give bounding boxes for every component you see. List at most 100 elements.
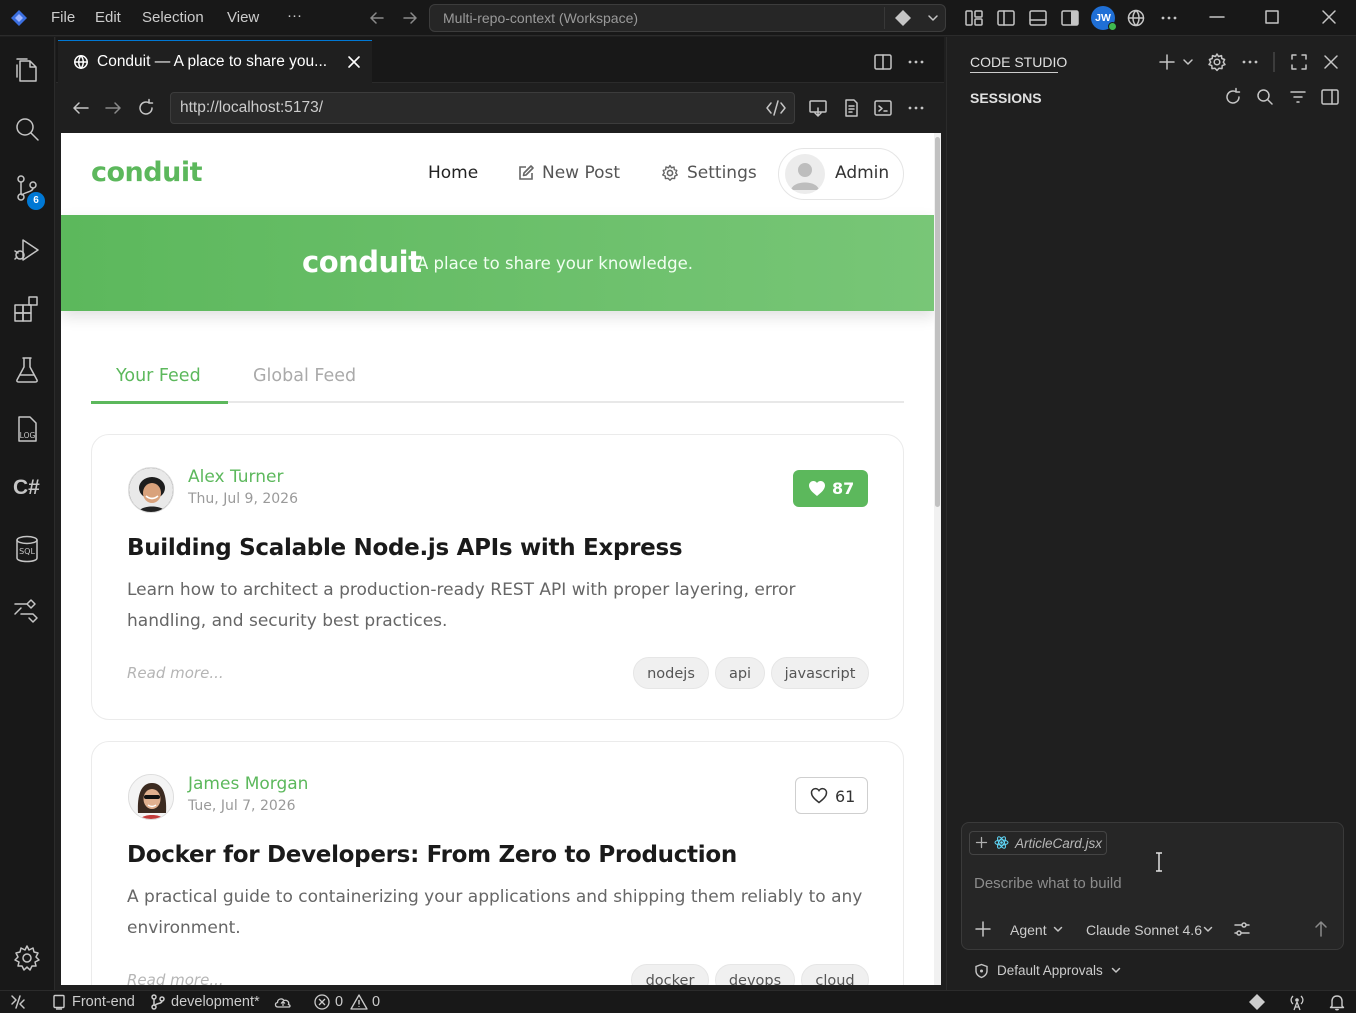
split-editor-icon[interactable]: [873, 52, 893, 72]
author-avatar[interactable]: [128, 467, 174, 513]
site-brand-link[interactable]: conduit: [91, 157, 203, 188]
command-center[interactable]: Multi-repo-context (Workspace): [429, 4, 946, 32]
code-studio-title[interactable]: CODE STUDIO: [970, 54, 1067, 70]
refresh-icon[interactable]: [1223, 87, 1243, 107]
forward-arrow-icon[interactable]: [401, 9, 419, 27]
browser-reload-icon[interactable]: [136, 98, 156, 118]
testing-flask-icon[interactable]: [11, 354, 43, 386]
toggle-panel-icon[interactable]: [1028, 8, 1048, 28]
filter-icon[interactable]: [1288, 87, 1308, 107]
tag-pill[interactable]: devops: [715, 964, 795, 985]
article-title[interactable]: Docker for Developers: From Zero to Prod…: [127, 842, 737, 868]
tag-pill[interactable]: cloud: [801, 964, 869, 985]
copilot-diamond-icon[interactable]: [893, 8, 913, 28]
approvals-chevron-icon[interactable]: [1110, 964, 1122, 976]
add-context-plus-icon[interactable]: [975, 836, 988, 849]
minimize-icon[interactable]: [1208, 8, 1226, 26]
text-cursor-icon: [1156, 852, 1162, 872]
chat-input-placeholder[interactable]: Describe what to build: [974, 875, 1122, 892]
page-source-icon[interactable]: [841, 98, 861, 118]
article-title[interactable]: Building Scalable Node.js APIs with Expr…: [127, 535, 683, 561]
menu-view[interactable]: View: [227, 9, 259, 26]
tag-pill[interactable]: javascript: [771, 657, 869, 689]
new-session-plus-icon[interactable]: [1157, 52, 1177, 72]
status-folder[interactable]: Front-end: [72, 994, 135, 1010]
toggle-secondary-sidebar-icon[interactable]: [1060, 8, 1080, 28]
menu-file[interactable]: File: [51, 9, 75, 26]
browser-back-icon[interactable]: [71, 98, 91, 118]
page-scrollbar-thumb[interactable]: [935, 137, 940, 507]
new-session-chevron-icon[interactable]: [1181, 55, 1195, 69]
tag-pill[interactable]: nodejs: [633, 657, 709, 689]
manage-gear-icon[interactable]: [11, 942, 43, 974]
menu-selection[interactable]: Selection: [142, 9, 204, 26]
log-file-icon[interactable]: LOG: [11, 413, 43, 445]
errors-icon[interactable]: [313, 993, 331, 1011]
nav-settings[interactable]: Settings: [687, 163, 757, 183]
sql-database-icon[interactable]: SQL: [11, 533, 43, 565]
browser-forward-icon[interactable]: [103, 98, 123, 118]
run-and-debug-icon[interactable]: [11, 234, 43, 266]
status-warnings-count[interactable]: 0: [372, 994, 380, 1010]
explorer-icon[interactable]: [11, 53, 43, 85]
cast-screen-icon[interactable]: [808, 98, 828, 118]
url-text: http://localhost:5173/: [180, 99, 324, 116]
author-avatar[interactable]: [128, 774, 174, 820]
nav-new-post[interactable]: New Post: [542, 163, 620, 183]
extensions-icon[interactable]: [11, 293, 43, 325]
sessions-header[interactable]: SESSIONS: [970, 90, 1042, 106]
customize-layout-icon[interactable]: [964, 8, 984, 28]
remote-flow-icon[interactable]: [11, 594, 43, 626]
close-window-icon[interactable]: [1320, 8, 1338, 26]
globe-icon[interactable]: [1126, 8, 1146, 28]
maximize-panel-icon[interactable]: [1289, 52, 1309, 72]
tools-sliders-icon[interactable]: [1233, 920, 1251, 938]
menu-more[interactable]: ···: [287, 7, 302, 24]
more-actions-icon[interactable]: [1159, 8, 1179, 28]
editor-more-icon[interactable]: [906, 52, 926, 72]
browser-more-icon[interactable]: [906, 98, 926, 118]
chevron-down-icon[interactable]: [926, 11, 940, 25]
close-panel-icon[interactable]: [1321, 52, 1341, 72]
sync-cloud-icon[interactable]: [273, 993, 293, 1011]
toggle-primary-sidebar-icon[interactable]: [996, 8, 1016, 28]
browser-terminal-icon[interactable]: [873, 98, 893, 118]
read-more-link[interactable]: Read more...: [127, 971, 224, 985]
warnings-icon[interactable]: [349, 993, 369, 1011]
tag-pill[interactable]: api: [715, 657, 765, 689]
read-more-link[interactable]: Read more...: [127, 664, 224, 682]
nav-user-profile[interactable]: Admin: [778, 148, 904, 200]
tag-pill[interactable]: docker: [631, 964, 709, 985]
close-tab-icon[interactable]: [347, 55, 361, 69]
article-author[interactable]: James Morgan: [188, 774, 308, 794]
csharp-icon[interactable]: C#: [13, 476, 40, 500]
agent-mode-selector[interactable]: Agent: [1010, 922, 1047, 938]
back-arrow-icon[interactable]: [368, 9, 386, 27]
broadcast-icon[interactable]: [1287, 992, 1307, 1012]
sessions-search-icon[interactable]: [1255, 87, 1275, 107]
devtools-code-icon[interactable]: [765, 98, 787, 118]
studio-settings-gear-icon[interactable]: [1207, 52, 1227, 72]
notifications-bell-icon[interactable]: [1327, 992, 1347, 1012]
toggle-sessions-sidebar-icon[interactable]: [1320, 87, 1340, 107]
agent-mode-chevron-icon[interactable]: [1052, 923, 1064, 935]
tab-global-feed[interactable]: Global Feed: [253, 366, 356, 386]
remote-connection-icon[interactable]: [9, 993, 27, 1011]
favorite-button[interactable]: 87: [793, 470, 868, 507]
maximize-icon[interactable]: [1263, 8, 1281, 26]
model-selector[interactable]: Claude Sonnet 4.6: [1086, 922, 1202, 938]
model-chevron-icon[interactable]: [1202, 923, 1214, 935]
copilot-status-icon[interactable]: [1247, 992, 1267, 1012]
article-author[interactable]: Alex Turner: [188, 467, 283, 487]
send-arrow-icon[interactable]: [1312, 919, 1330, 939]
attach-plus-icon[interactable]: [973, 919, 993, 939]
status-errors-count[interactable]: 0: [335, 994, 343, 1010]
favorite-button[interactable]: 61: [795, 777, 868, 814]
studio-more-icon[interactable]: [1240, 52, 1260, 72]
tab-your-feed[interactable]: Your Feed: [116, 366, 201, 386]
status-branch[interactable]: development*: [171, 994, 260, 1010]
nav-home[interactable]: Home: [428, 163, 478, 183]
search-icon[interactable]: [11, 113, 43, 145]
menu-edit[interactable]: Edit: [95, 9, 121, 26]
approvals-selector[interactable]: Default Approvals: [997, 963, 1103, 978]
